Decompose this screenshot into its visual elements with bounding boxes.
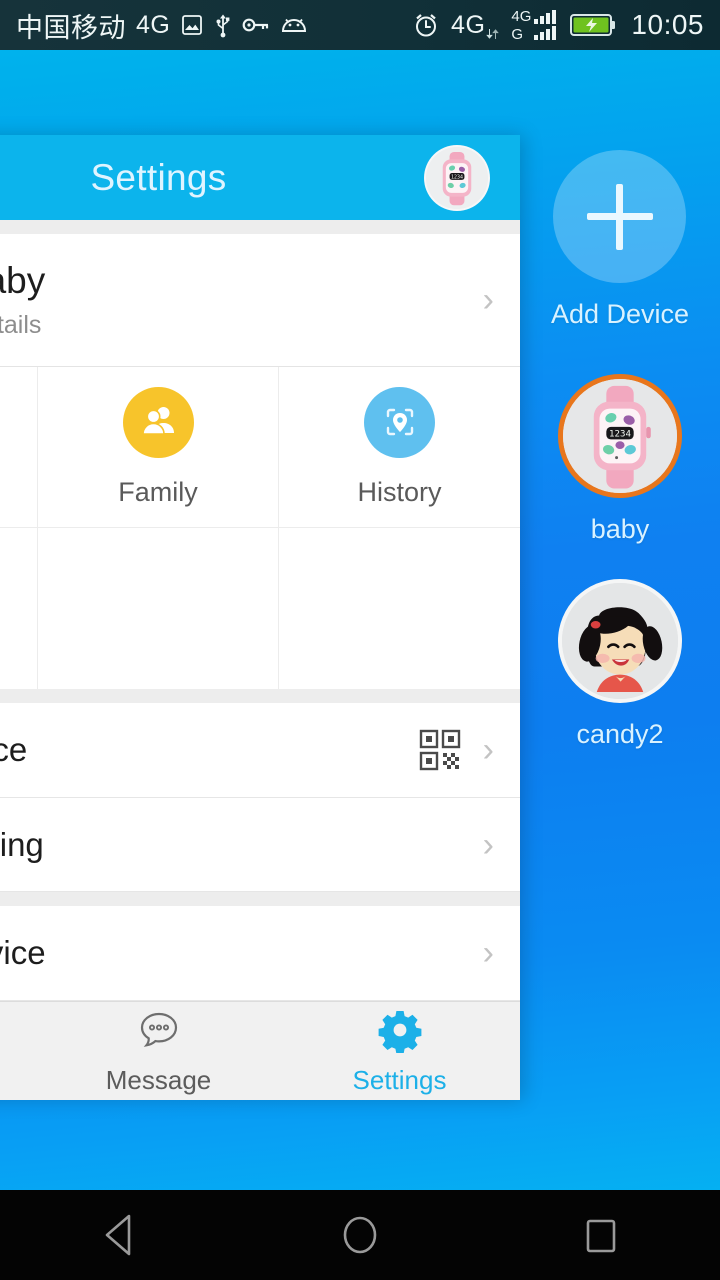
feature-contacts[interactable]: Contacts (0, 528, 38, 689)
row-device-setting[interactable]: Device Setting › (0, 797, 520, 893)
history-icon (364, 386, 435, 458)
row-unbind-device[interactable]: Unbind Device › (0, 906, 520, 1002)
panel-spacer-bottom (0, 892, 520, 907)
chevron-right-icon: › (482, 825, 494, 864)
device-drawer: Add Device 1234 baby candy2 (520, 50, 720, 1190)
feature-empty-slot (38, 528, 279, 689)
feature-empty-slot (279, 528, 520, 689)
add-device-circle[interactable] (553, 150, 687, 283)
alarm-icon (416, 14, 437, 37)
panel-spacer-top (0, 220, 520, 234)
girl-avatar-art (562, 583, 678, 699)
svg-text:1234: 1234 (609, 430, 631, 440)
feature-grid: Geo-fence Family History (0, 367, 520, 689)
battery-charging-icon (570, 14, 616, 36)
gear-icon (377, 1007, 423, 1058)
row-about-device[interactable]: About Device › (0, 703, 520, 798)
square-recents-icon (586, 1219, 616, 1253)
feature-label: Family (118, 476, 198, 507)
drawer-device-baby[interactable]: 1234 baby (558, 374, 682, 545)
chevron-right-icon: › (482, 934, 494, 973)
signal-icon (534, 10, 557, 40)
drawer-device-candy2[interactable]: candy2 (558, 579, 682, 750)
chevron-right-icon: › (482, 281, 494, 319)
sim2-network-sub-label: G (511, 25, 524, 43)
device-summary-row[interactable]: 1234 baby Details › (0, 234, 520, 367)
svg-text:1234: 1234 (451, 174, 463, 180)
panel-spacer-mid (0, 689, 520, 703)
watch-avatar[interactable]: 1234 (558, 374, 682, 498)
settings-panel: Settings 1234 by tails › Family History … (0, 135, 520, 1100)
screenshot-icon (182, 15, 203, 35)
data-arrows-icon (486, 28, 500, 39)
row-label: Device Setting (0, 825, 44, 863)
triangle-back-icon (105, 1214, 131, 1256)
chevron-right-icon: › (482, 730, 494, 769)
row-label: Unbind Device (0, 934, 46, 972)
message-bubble-icon (136, 1007, 182, 1058)
android-nav-bar (0, 1190, 720, 1280)
qrcode-icon[interactable] (419, 729, 461, 771)
header-watch-avatar[interactable]: 1234 (424, 144, 490, 211)
android-icon (282, 18, 307, 32)
carrier-label: 中国移动 (16, 12, 126, 43)
usb-icon (216, 14, 230, 38)
panel-header: Settings 1234 (0, 135, 520, 220)
drawer-device-label: candy2 (576, 719, 664, 749)
nav-home-button[interactable] (300, 1209, 420, 1261)
device-details-label: Details (0, 310, 42, 339)
family-icon (122, 386, 194, 458)
tab-message[interactable]: Message (38, 1002, 279, 1100)
tab-label: Settings (352, 1064, 447, 1095)
header-watch-avatar-art: 1234 (426, 146, 488, 209)
clock-label: 10:05 (631, 9, 704, 40)
circle-home-icon (343, 1216, 377, 1254)
nav-recents-button[interactable] (540, 1211, 660, 1259)
bottom-tab-bar: Home Message Settings (0, 1001, 520, 1100)
drawer-device-label: baby (590, 514, 650, 544)
watch-avatar-art: 1234 (563, 379, 677, 493)
feature-geofence[interactable]: Geo-fence (0, 367, 38, 528)
plus-icon (586, 183, 653, 250)
tab-home[interactable]: Home (0, 1002, 38, 1100)
add-device-label: Add Device (550, 299, 690, 329)
network-type-label: 4G (136, 10, 171, 39)
row-label: About Device (0, 730, 28, 768)
feature-history[interactable]: History (279, 367, 520, 528)
tab-settings[interactable]: Settings (279, 1002, 520, 1100)
nav-back-button[interactable] (60, 1211, 180, 1259)
device-name-label: baby (0, 260, 46, 302)
key-icon (242, 18, 269, 32)
tab-label: Message (105, 1064, 212, 1095)
feature-family[interactable]: Family (38, 367, 279, 528)
sim1-network-label: 4G (451, 10, 486, 39)
girl-avatar[interactable] (558, 579, 682, 703)
add-device-button[interactable]: Add Device (551, 150, 689, 330)
status-bar: 中国移动 4G 4G 4G G 10:05 (0, 0, 720, 50)
device-summary-text: baby Details (0, 260, 483, 340)
feature-label: History (357, 476, 442, 507)
sim2-network-label: 4G (511, 7, 532, 25)
